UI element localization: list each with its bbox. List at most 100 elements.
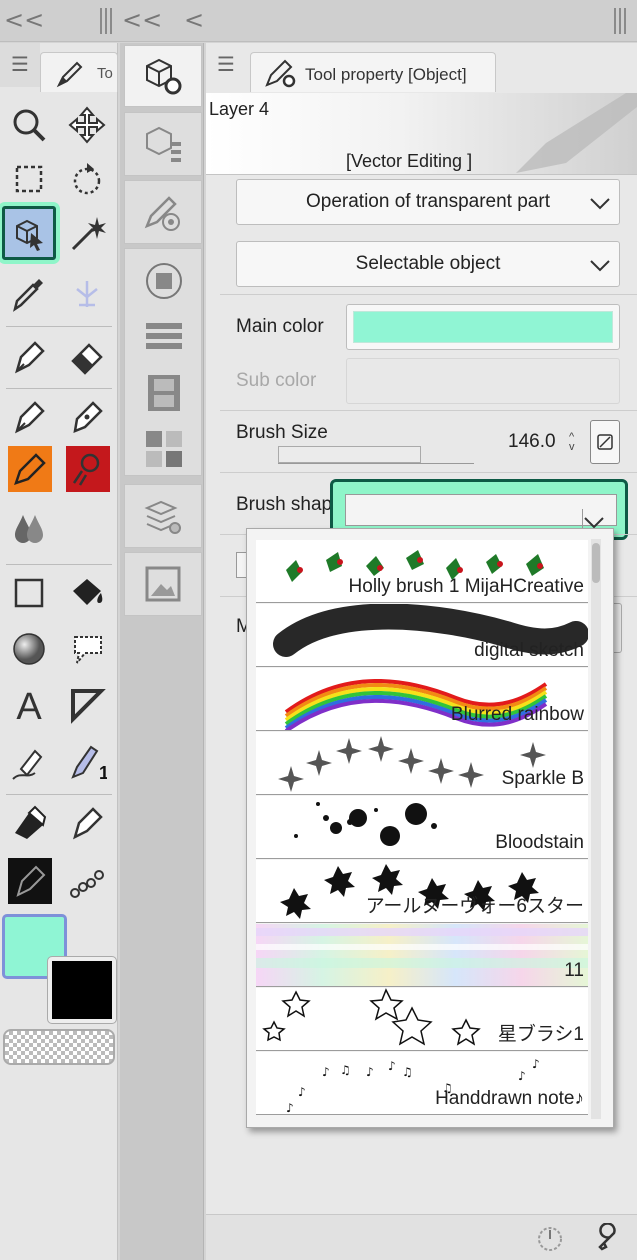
fill-tool[interactable] bbox=[60, 566, 114, 620]
tab-tool-property[interactable]: Tool property [Object] bbox=[250, 52, 496, 92]
brush-shape-item[interactable]: Sparkle B bbox=[256, 732, 588, 795]
brush-size-spinner[interactable]: ^ v bbox=[569, 432, 575, 453]
toolbox-separator bbox=[6, 564, 112, 565]
sub-color-label: Sub color bbox=[236, 370, 317, 391]
text-tool[interactable]: A bbox=[2, 678, 56, 732]
navigator-icon[interactable] bbox=[142, 259, 186, 308]
brush-settings-button[interactable] bbox=[124, 180, 202, 244]
toolbox-menu-icon[interactable]: ☰ bbox=[0, 43, 40, 87]
dark-pen-tool[interactable] bbox=[8, 858, 52, 904]
eraser-icon bbox=[71, 343, 103, 375]
panel-grip-right-icon[interactable] bbox=[614, 8, 626, 34]
gradient-tool[interactable] bbox=[2, 622, 56, 676]
pencil-one-icon: 1 bbox=[71, 745, 107, 783]
brush-shape-name: Bloodstain bbox=[495, 832, 584, 853]
dark-pen-icon bbox=[16, 865, 46, 897]
zoom-tool[interactable] bbox=[2, 98, 56, 152]
svg-text:♪: ♪ bbox=[322, 1065, 330, 1079]
main-color-swatch[interactable] bbox=[346, 304, 620, 350]
brush-red-icon bbox=[72, 453, 100, 486]
marker-solid-tool[interactable] bbox=[2, 796, 56, 850]
beads-tool[interactable] bbox=[60, 856, 114, 910]
main-color-label: Main color bbox=[236, 316, 324, 337]
collapse-middle-icon[interactable]: << bbox=[122, 6, 162, 34]
material-button[interactable] bbox=[124, 552, 202, 616]
layer-list-icon[interactable] bbox=[142, 315, 186, 364]
marker-solid-icon bbox=[15, 805, 47, 839]
brush-shape-name: 星ブラシ1 bbox=[497, 1024, 584, 1045]
brush-shape-item[interactable]: 11 bbox=[256, 924, 588, 987]
pen-tool[interactable] bbox=[2, 330, 56, 384]
brush-shape-item[interactable]: ♪ ♫ ♪ ♪ ♫ ♪ ♪ ♫ ♪ ♪ Handdrawn note♪ bbox=[256, 1052, 588, 1115]
brush-shape-label: Brush shape bbox=[236, 494, 343, 515]
selectable-object-dropdown[interactable]: Selectable object bbox=[236, 241, 620, 287]
pencil-tool[interactable] bbox=[2, 390, 56, 444]
popup-scrollbar[interactable] bbox=[591, 539, 601, 1119]
svg-text:♪: ♪ bbox=[518, 1069, 526, 1083]
custom-brush-red[interactable] bbox=[66, 446, 110, 492]
vector-pen-tool[interactable] bbox=[60, 796, 114, 850]
frame-tool[interactable] bbox=[60, 678, 114, 732]
panel-group bbox=[124, 248, 202, 476]
wrench-icon[interactable] bbox=[594, 1223, 624, 1253]
tab-tool-label: To bbox=[97, 65, 113, 82]
brush-size-effect-button[interactable] bbox=[590, 420, 620, 464]
figure-tool[interactable] bbox=[2, 566, 56, 620]
brush-shape-item[interactable]: Holly brush 1 MijaHCreative bbox=[256, 540, 588, 603]
brush-size-value[interactable]: 146.0 bbox=[508, 431, 556, 453]
svg-text:A: A bbox=[16, 686, 42, 725]
move-tool[interactable] bbox=[60, 98, 114, 152]
dashed-rect-icon bbox=[15, 165, 43, 193]
magic-wand-tool[interactable] bbox=[60, 206, 114, 260]
reset-dial-icon[interactable] bbox=[536, 1225, 564, 1253]
object-tool[interactable] bbox=[2, 206, 56, 260]
object-list-button[interactable] bbox=[124, 112, 202, 176]
marker-tool[interactable] bbox=[60, 390, 114, 444]
svg-text:♫: ♫ bbox=[402, 1065, 413, 1079]
brush-shape-item[interactable]: Blurred rainbow bbox=[256, 668, 588, 731]
brush-shape-field[interactable] bbox=[345, 494, 617, 537]
blend-tool[interactable] bbox=[2, 500, 56, 554]
popup-scroll-thumb[interactable] bbox=[592, 543, 600, 583]
eyedropper-tool[interactable] bbox=[2, 266, 56, 320]
eyedropper-icon bbox=[13, 279, 43, 312]
tool-property-menu-icon[interactable]: ☰ bbox=[206, 43, 246, 87]
magnifier-icon bbox=[13, 109, 46, 142]
holographic-preview-icon bbox=[256, 928, 588, 968]
rotate-dotted-icon bbox=[73, 163, 101, 195]
collapse-left-icon[interactable]: << bbox=[4, 6, 44, 34]
tab-tool[interactable]: To bbox=[40, 52, 118, 92]
brush-shape-item[interactable]: Bloodstain bbox=[256, 796, 588, 859]
correct-line-tool[interactable]: 1 bbox=[60, 736, 114, 790]
custom-brush-orange[interactable] bbox=[8, 446, 52, 492]
film-strip-icon[interactable] bbox=[142, 371, 186, 420]
layers-gear-icon bbox=[144, 500, 181, 534]
panel-grip-icon[interactable] bbox=[100, 8, 112, 34]
transparent-operation-dropdown[interactable]: Operation of transparent part bbox=[236, 179, 620, 225]
selection-tool[interactable] bbox=[2, 152, 56, 206]
svg-text:♪: ♪ bbox=[298, 1085, 306, 1099]
object-subtool-button[interactable] bbox=[124, 45, 202, 107]
eraser-tool[interactable] bbox=[60, 330, 114, 384]
background-color-swatch[interactable] bbox=[47, 956, 117, 1024]
ruler-pen-tool[interactable] bbox=[2, 736, 56, 790]
brush-shape-item[interactable]: アールヌーヴォー6スター bbox=[256, 860, 588, 923]
pen-gear-icon bbox=[265, 59, 296, 88]
section-divider bbox=[220, 410, 637, 411]
layer-property-button[interactable] bbox=[124, 484, 202, 548]
chevron-down-icon bbox=[590, 198, 610, 210]
pen-nib-outline-icon bbox=[73, 807, 103, 840]
back-chevron-icon[interactable]: < bbox=[184, 6, 204, 34]
pen-icon bbox=[56, 61, 83, 88]
color-set-icon[interactable] bbox=[142, 427, 186, 476]
rotate-tool[interactable] bbox=[60, 152, 114, 206]
brush-size-slider[interactable] bbox=[278, 446, 474, 464]
disabled-tool bbox=[60, 266, 114, 320]
rectangle-icon bbox=[14, 578, 44, 608]
balloon-tool[interactable] bbox=[60, 622, 114, 676]
brush-shape-item[interactable]: 星ブラシ1 bbox=[256, 988, 588, 1051]
brush-shape-item[interactable]: digital sketch bbox=[256, 604, 588, 667]
blend-drops-icon bbox=[15, 515, 43, 543]
transparent-color-swatch[interactable] bbox=[3, 1029, 115, 1065]
pen-nib-icon bbox=[15, 341, 45, 374]
